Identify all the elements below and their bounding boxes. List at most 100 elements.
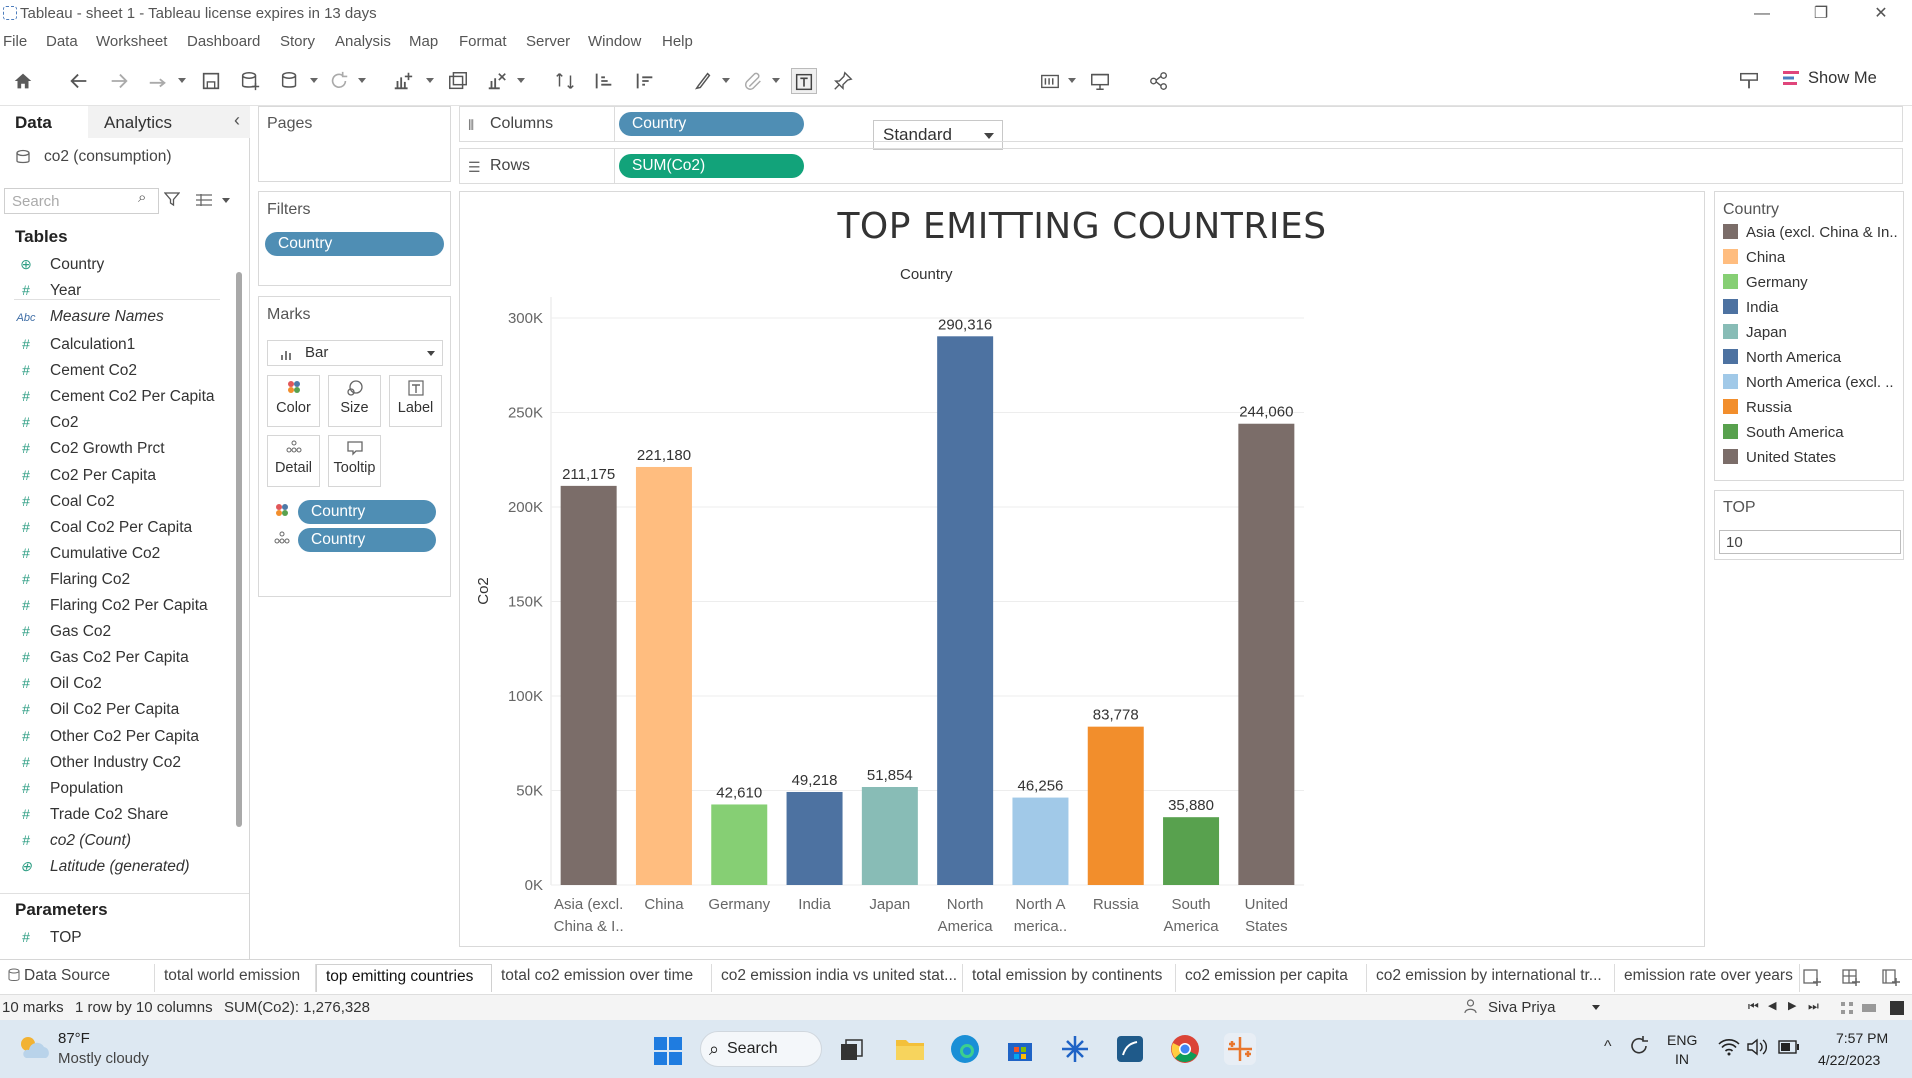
- legend-item[interactable]: Japan: [1723, 324, 1899, 341]
- field-item[interactable]: # Co2 Growth Prct: [16, 440, 164, 458]
- duplicate-icon[interactable]: [445, 68, 471, 94]
- menu-dashboard[interactable]: Dashboard: [187, 33, 260, 50]
- datasource-name[interactable]: co2 (consumption): [44, 148, 172, 166]
- view-options-icon[interactable]: [196, 193, 212, 206]
- bar-chart[interactable]: 0K 50K 100K 150K 200K 250K 300K Co2 211,175 Asia …: [459, 280, 1319, 940]
- pause-dropdown-icon[interactable]: [310, 78, 318, 83]
- field-item[interactable]: # Other Industry Co2: [16, 754, 181, 772]
- view-options-dropdown-icon[interactable]: [222, 198, 230, 203]
- new-dashboard-tab-icon[interactable]: [1841, 967, 1861, 987]
- sheet-tab[interactable]: top emitting countries: [316, 964, 492, 992]
- marks-tooltip-button[interactable]: Tooltip: [328, 435, 381, 487]
- show-cards-dropdown-icon[interactable]: [1068, 78, 1076, 83]
- new-datasource-icon[interactable]: [237, 68, 263, 94]
- refresh-icon[interactable]: [326, 68, 352, 94]
- menu-data[interactable]: Data: [46, 33, 78, 50]
- menu-server[interactable]: Server: [526, 33, 570, 50]
- back-icon[interactable]: [66, 68, 92, 94]
- field-item[interactable]: # Other Co2 Per Capita: [16, 728, 199, 746]
- field-item[interactable]: # Year: [16, 282, 81, 300]
- bar[interactable]: [711, 804, 768, 885]
- user-dropdown-icon[interactable]: [1592, 1005, 1600, 1010]
- volume-icon[interactable]: [1746, 1038, 1768, 1056]
- home-icon[interactable]: [10, 68, 36, 94]
- battery-icon[interactable]: [1778, 1040, 1800, 1054]
- field-item[interactable]: Abc Measure Names: [16, 308, 164, 326]
- field-item[interactable]: # Cumulative Co2: [16, 545, 160, 563]
- bar[interactable]: [1087, 726, 1144, 885]
- new-worksheet-tab-icon[interactable]: [1802, 967, 1822, 987]
- bar[interactable]: [1238, 423, 1295, 885]
- bar[interactable]: [937, 336, 994, 886]
- file-explorer-icon[interactable]: [894, 1033, 926, 1065]
- collapse-pane-icon[interactable]: ‹: [234, 110, 240, 131]
- sync-icon[interactable]: [1628, 1035, 1650, 1057]
- field-item[interactable]: ⊕ Country: [16, 256, 104, 274]
- field-item[interactable]: # co2 (Count): [16, 832, 131, 850]
- share-icon[interactable]: [1146, 68, 1172, 94]
- sheet-tab[interactable]: total world emission: [155, 964, 316, 992]
- columns-pill-country[interactable]: Country: [619, 112, 804, 136]
- fields-scrollbar[interactable]: [236, 272, 242, 827]
- redo-icon[interactable]: [145, 68, 171, 94]
- field-item[interactable]: # Cement Co2 Per Capita: [16, 388, 214, 406]
- legend-item[interactable]: South America: [1723, 424, 1899, 441]
- menu-map[interactable]: Map: [409, 33, 438, 50]
- filter-fields-icon[interactable]: [163, 191, 181, 207]
- field-item[interactable]: # Co2: [16, 414, 78, 432]
- field-item[interactable]: # Coal Co2 Per Capita: [16, 519, 192, 537]
- marks-size-button[interactable]: Size: [328, 375, 381, 427]
- field-item[interactable]: # Calculation1: [16, 336, 135, 354]
- legend-item[interactable]: Russia: [1723, 399, 1899, 416]
- marks-color-pill[interactable]: Country: [298, 500, 436, 524]
- tab-analytics[interactable]: Analytics ‹: [88, 106, 250, 138]
- bar[interactable]: [786, 791, 843, 885]
- chrome-icon[interactable]: [1169, 1033, 1201, 1065]
- field-item[interactable]: # Oil Co2 Per Capita: [16, 701, 179, 719]
- pages-shelf[interactable]: Pages: [258, 106, 451, 182]
- show-cards-icon[interactable]: [1037, 68, 1063, 94]
- forward-icon[interactable]: [106, 68, 132, 94]
- clear-sheet-icon[interactable]: [484, 68, 510, 94]
- field-item[interactable]: # Population: [16, 780, 123, 798]
- field-item[interactable]: # Flaring Co2 Per Capita: [16, 597, 208, 615]
- bar[interactable]: [560, 485, 617, 885]
- edge-browser-icon[interactable]: [949, 1033, 981, 1065]
- show-me-button[interactable]: Show Me: [1808, 69, 1877, 88]
- sort-ascending-icon[interactable]: [591, 68, 617, 94]
- menu-format[interactable]: Format: [459, 33, 507, 50]
- legend-item[interactable]: India: [1723, 299, 1899, 316]
- sheet-tab[interactable]: total emission by continents: [963, 964, 1176, 992]
- wifi-icon[interactable]: [1718, 1038, 1740, 1056]
- sheet-tab[interactable]: emission rate over years: [1615, 964, 1800, 992]
- format-painter-icon[interactable]: [1736, 68, 1762, 94]
- weather-icon[interactable]: [16, 1032, 52, 1062]
- legend-item[interactable]: Asia (excl. China & In..: [1723, 224, 1899, 241]
- sheet-tab[interactable]: co2 emission per capita: [1176, 964, 1367, 992]
- tray-overflow-icon[interactable]: ^: [1604, 1038, 1612, 1056]
- pause-updates-icon[interactable]: [277, 68, 303, 94]
- legend-item[interactable]: North America (excl. ..: [1723, 374, 1899, 391]
- clear-dropdown-icon[interactable]: [517, 78, 525, 83]
- fix-axes-icon[interactable]: [830, 68, 856, 94]
- rows-shelf[interactable]: ☰ Rows SUM(Co2): [459, 148, 1903, 184]
- field-search-input[interactable]: [4, 188, 159, 214]
- sheet-tab[interactable]: co2 emission india vs united stat...: [712, 964, 963, 992]
- field-item[interactable]: # Gas Co2: [16, 623, 111, 641]
- tableau-taskbar-icon[interactable]: [1224, 1033, 1256, 1065]
- minimize-button[interactable]: —: [1742, 2, 1782, 26]
- tabs-icon[interactable]: [1890, 1001, 1904, 1015]
- rows-pill-sum-co2[interactable]: SUM(Co2): [619, 154, 804, 178]
- marks-color-button[interactable]: Color: [267, 375, 320, 427]
- tab-data[interactable]: Data: [0, 106, 88, 138]
- taskbar-search[interactable]: ⌕ Search: [700, 1031, 822, 1067]
- field-item[interactable]: # Oil Co2: [16, 675, 102, 693]
- bar[interactable]: [1012, 797, 1069, 885]
- group-dropdown-icon[interactable]: [772, 78, 780, 83]
- highlight-dropdown-icon[interactable]: [722, 78, 730, 83]
- bar[interactable]: [861, 786, 918, 885]
- new-story-tab-icon[interactable]: [1881, 967, 1901, 987]
- clock-time[interactable]: 7:57 PM: [1836, 1030, 1888, 1046]
- field-item[interactable]: # Coal Co2: [16, 493, 115, 511]
- parameter-top[interactable]: # TOP: [16, 929, 82, 947]
